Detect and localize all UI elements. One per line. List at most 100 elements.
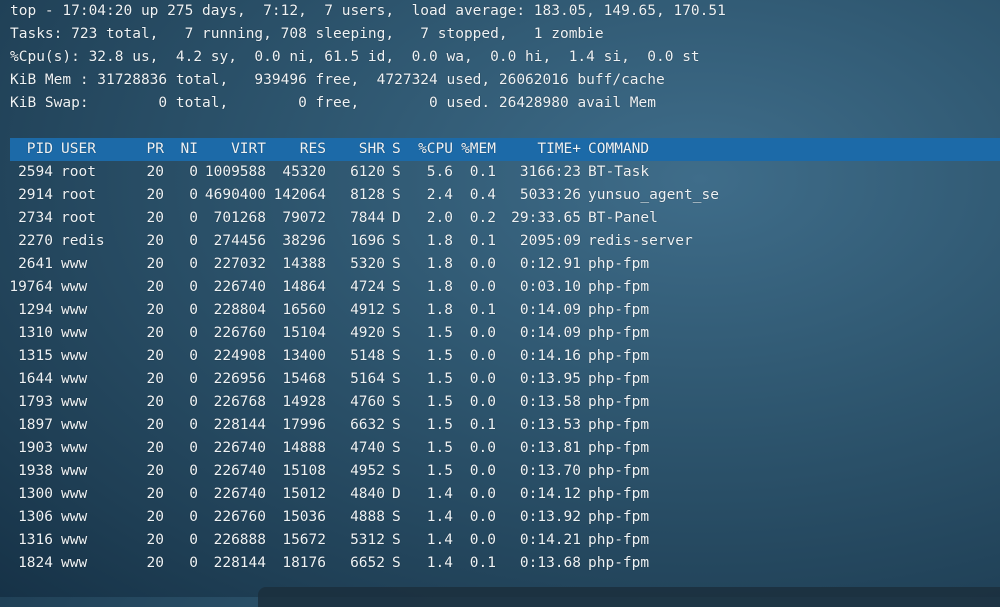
cell-time: 0:13.68 [519, 555, 581, 571]
cell-user: www [61, 279, 88, 295]
header-pr: PR [146, 141, 164, 157]
header-state: S [392, 141, 401, 157]
cell-res: 15672 [282, 532, 326, 548]
cell-mem: 0.1 [469, 417, 496, 433]
cell-pid: 19764 [9, 279, 53, 295]
cell-shr: 5320 [350, 256, 385, 272]
process-row: 1903 www 20 0 226740 14888 4740 S 1.5 0.0 0:13.81 p… [0, 437, 1000, 460]
cell-shr: 4920 [350, 325, 385, 341]
cell-shr: 6632 [350, 417, 385, 433]
cell-mem: 0.0 [469, 509, 496, 525]
cell-cpu: 1.4 [426, 486, 453, 502]
mem-line: KiB Mem : 31728836 total, 939496 free, 4… [10, 72, 665, 88]
cell-pid: 1903 [18, 440, 53, 456]
cell-cpu: 5.6 [426, 164, 453, 180]
cell-user: www [61, 394, 88, 410]
cell-command: php-fpm [588, 486, 650, 502]
cell-cpu: 2.4 [426, 187, 453, 203]
cell-user: www [61, 463, 88, 479]
cell-res: 14864 [282, 279, 326, 295]
cell-command: php-fpm [588, 325, 650, 341]
cell-cpu: 1.5 [426, 325, 453, 341]
cell-res: 18176 [282, 555, 326, 571]
header-shr: SHR [358, 141, 385, 157]
cell-res: 16560 [282, 302, 326, 318]
cell-command: php-fpm [588, 417, 650, 433]
cell-pid: 1938 [18, 463, 53, 479]
header-mem: %MEM [461, 141, 496, 157]
terminal-window[interactable]: top - 17:04:20 up 275 days, 7:12, 7 user… [0, 0, 1000, 597]
cell-virt: 224908 [213, 348, 266, 364]
cell-user: www [61, 440, 88, 456]
uptime-load-line: top - 17:04:20 up 275 days, 7:12, 7 user… [10, 3, 726, 19]
cell-command: php-fpm [588, 463, 650, 479]
cell-pid: 2914 [18, 187, 53, 203]
cell-pid: 1315 [18, 348, 53, 364]
cell-ni: 0 [189, 325, 198, 341]
cell-command: yunsuo_agent_se [588, 187, 719, 203]
cell-cpu: 1.5 [426, 371, 453, 387]
cell-state: S [392, 164, 401, 180]
header-res: RES [299, 141, 326, 157]
cell-time: 2095:09 [519, 233, 581, 249]
cell-state: S [392, 463, 401, 479]
cell-mem: 0.2 [469, 210, 496, 226]
cell-virt: 226768 [213, 394, 266, 410]
cell-mem: 0.0 [469, 532, 496, 548]
cell-virt: 226760 [213, 509, 266, 525]
cell-time: 0:14.09 [519, 325, 581, 341]
cell-user: www [61, 348, 88, 364]
header-time: TIME+ [537, 141, 581, 157]
cell-virt: 1009588 [204, 164, 266, 180]
process-row: 2914 root 20 0 4690400 142064 8128 S 2.4 0.4 5033:… [0, 184, 1000, 207]
cell-res: 142064 [273, 187, 326, 203]
cell-user: www [61, 302, 88, 318]
cell-time: 5033:26 [519, 187, 581, 203]
cell-state: S [392, 348, 401, 364]
cell-shr: 6652 [350, 555, 385, 571]
cell-pr: 20 [146, 440, 164, 456]
cell-state: S [392, 256, 401, 272]
cell-user: www [61, 256, 88, 272]
cell-virt: 228144 [213, 555, 266, 571]
cell-res: 17996 [282, 417, 326, 433]
cell-shr: 8128 [350, 187, 385, 203]
cell-mem: 0.0 [469, 463, 496, 479]
cell-time: 0:14.09 [519, 302, 581, 318]
cell-virt: 226956 [213, 371, 266, 387]
cell-res: 14388 [282, 256, 326, 272]
cell-ni: 0 [189, 256, 198, 272]
cell-pr: 20 [146, 463, 164, 479]
cell-shr: 6120 [350, 164, 385, 180]
cell-state: S [392, 417, 401, 433]
cell-time: 0:14.16 [519, 348, 581, 364]
cell-pr: 20 [146, 164, 164, 180]
cell-cpu: 1.5 [426, 394, 453, 410]
header-cpu: %CPU [418, 141, 453, 157]
process-row: 1315 www 20 0 224908 13400 5148 S 1.5 0.0 0:14.16 p… [0, 345, 1000, 368]
header-ni: NI [180, 141, 198, 157]
cell-mem: 0.0 [469, 279, 496, 295]
cell-pr: 20 [146, 509, 164, 525]
cell-state: S [392, 440, 401, 456]
cell-state: D [392, 210, 401, 226]
cell-res: 15012 [282, 486, 326, 502]
cell-state: S [392, 532, 401, 548]
cell-user: root [61, 187, 96, 203]
cell-command: php-fpm [588, 532, 650, 548]
cell-virt: 227032 [213, 256, 266, 272]
cell-shr: 4724 [350, 279, 385, 295]
cell-pid: 2270 [18, 233, 53, 249]
cell-mem: 0.0 [469, 440, 496, 456]
cell-user: www [61, 417, 88, 433]
cell-mem: 0.0 [469, 325, 496, 341]
process-row: 1824 www 20 0 228144 18176 6652 S 1.4 0.1 0:13.68 p… [0, 552, 1000, 575]
cell-cpu: 1.8 [426, 256, 453, 272]
swap-line: KiB Swap: 0 total, 0 free, 0 used. 26428… [10, 95, 657, 111]
cell-pr: 20 [146, 302, 164, 318]
process-row: 2594 root 20 0 1009588 45320 6120 S 5.6 0.1 3166:2… [0, 161, 1000, 184]
cell-pid: 1793 [18, 394, 53, 410]
cell-user: root [61, 210, 96, 226]
cell-mem: 0.0 [469, 394, 496, 410]
process-row: 2734 root 20 0 701268 79072 7844 D 2.0 0.2 29:33.6… [0, 207, 1000, 230]
